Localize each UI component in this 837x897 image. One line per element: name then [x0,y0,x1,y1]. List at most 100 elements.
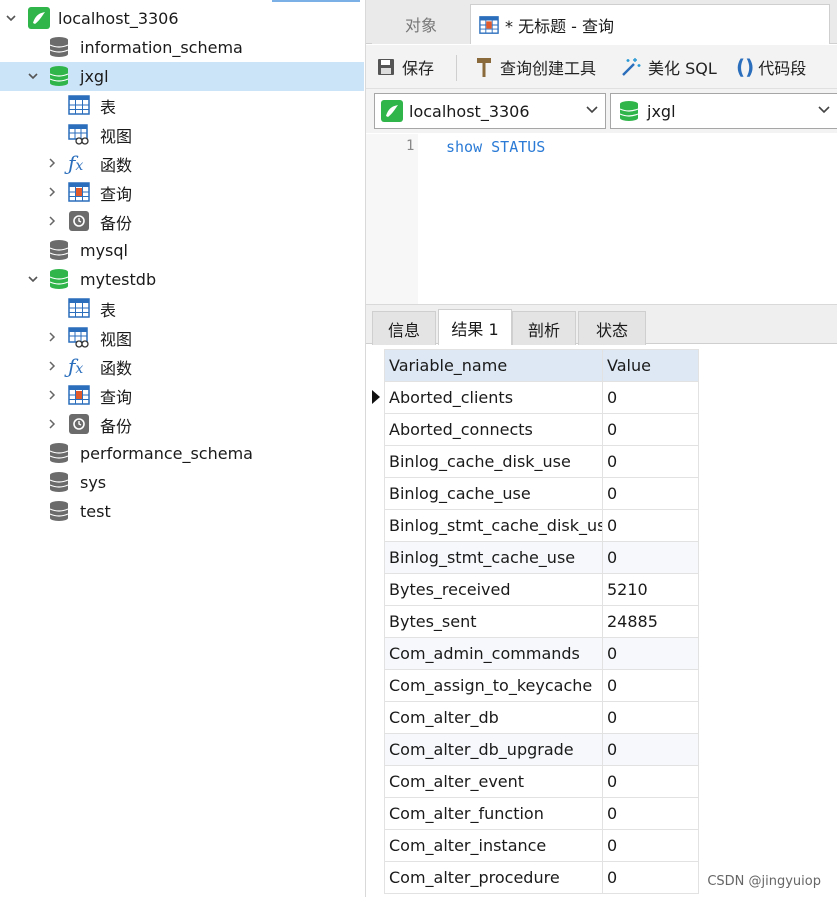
table-row[interactable]: Aborted_connects 0 [384,413,699,446]
variable-cell[interactable]: Binlog_cache_use [384,477,603,510]
nav-item-functions[interactable]: ƒx 函数 [0,352,364,381]
chevron-right-icon[interactable] [45,156,59,170]
value-cell[interactable]: 0 [602,861,699,894]
value-cell[interactable]: 0 [602,541,699,574]
value-cell[interactable]: 0 [602,381,699,414]
chevron-right-icon[interactable] [45,359,59,373]
result-grid: Variable_name Value Aborted_clients 0 Abo… [366,345,837,897]
nav-item-queries[interactable]: 查询 [0,381,364,410]
sql-code[interactable]: show STATUS [446,138,545,156]
table-row[interactable]: Com_alter_instance 0 [384,829,699,862]
chevron-right-icon[interactable] [45,214,59,228]
nav-item-views[interactable]: 视图 [0,120,364,149]
variable-cell[interactable]: Com_admin_commands [384,637,603,670]
chevron-right-icon[interactable] [45,388,59,402]
value-cell[interactable]: 5210 [602,573,699,606]
nav-db-jxgl[interactable]: jxgl [0,62,364,91]
save-button[interactable]: 保存 [376,45,434,89]
chevron-down-icon[interactable] [26,69,40,83]
value-cell[interactable]: 24885 [602,605,699,638]
variable-cell[interactable]: Binlog_cache_disk_use [384,445,603,478]
tab-objects[interactable]: 对象 [372,4,470,44]
table-row[interactable]: Bytes_sent 24885 [384,605,699,638]
value-cell[interactable]: 0 [602,733,699,766]
variable-cell[interactable]: Aborted_clients [384,381,603,414]
connection-select[interactable]: localhost_3306 [374,93,606,129]
value-cell[interactable]: 0 [602,637,699,670]
table-row[interactable]: Com_alter_function 0 [384,797,699,830]
value-cell[interactable]: 0 [602,669,699,702]
chevron-right-icon[interactable] [45,185,59,199]
variable-cell[interactable]: Binlog_stmt_cache_use [384,541,603,574]
table-row[interactable]: Com_alter_event 0 [384,765,699,798]
nav-db-test[interactable]: test [0,497,364,526]
tab-query[interactable]: * 无标题 - 查询 [470,4,830,44]
nav-item-tables[interactable]: 表 [0,294,364,323]
variable-cell[interactable]: Com_alter_function [384,797,603,830]
nav-item-backups[interactable]: 备份 [0,207,364,236]
view-icon [68,326,90,348]
table-row[interactable]: Bytes_received 5210 [384,573,699,606]
table-row[interactable]: Com_alter_db_upgrade 0 [384,733,699,766]
value-cell[interactable]: 0 [602,509,699,542]
chevron-right-icon[interactable] [45,417,59,431]
tab-status[interactable]: 状态 [578,311,646,345]
table-row[interactable]: Binlog_cache_disk_use 0 [384,445,699,478]
table-row[interactable]: Com_admin_commands 0 [384,637,699,670]
table-row[interactable]: Binlog_cache_use 0 [384,477,699,510]
nav-db-information-schema[interactable]: information_schema [0,33,364,62]
query-toolbar: 保存 查询创建工具 美化 SQL () 代码段 [366,45,837,89]
value-cell[interactable]: 0 [602,797,699,830]
value-cell[interactable]: 0 [602,477,699,510]
nav-item-views[interactable]: 视图 [0,323,364,352]
db-label: jxgl [80,67,109,86]
nav-item-backups[interactable]: 备份 [0,410,364,439]
nav-db-performance-schema[interactable]: performance_schema [0,439,364,468]
query-workspace: 对象 * 无标题 - 查询 保存 查询创建工具 美化 SQL () 代码段 lo… [366,0,837,897]
table-row[interactable]: Binlog_stmt_cache_disk_use 0 [384,509,699,542]
variable-cell[interactable]: Com_alter_event [384,765,603,798]
table-row[interactable]: Com_alter_db 0 [384,701,699,734]
value-cell[interactable]: 0 [602,829,699,862]
variable-cell[interactable]: Com_alter_procedure [384,861,603,894]
code-snippet-button[interactable]: () 代码段 [736,45,806,89]
value-cell[interactable]: 0 [602,445,699,478]
chevron-down-icon[interactable] [26,272,40,286]
table-row[interactable]: Binlog_stmt_cache_use 0 [384,541,699,574]
nav-item-tables[interactable]: 表 [0,91,364,120]
variable-cell[interactable]: Com_assign_to_keycache [384,669,603,702]
variable-cell[interactable]: Com_alter_instance [384,829,603,862]
db-label: information_schema [80,38,243,57]
tab-profile[interactable]: 剖析 [512,311,576,345]
value-cell[interactable]: 0 [602,765,699,798]
variable-cell[interactable]: Com_alter_db [384,701,603,734]
nav-db-mysql[interactable]: mysql [0,236,364,265]
tab-info[interactable]: 信息 [372,311,436,345]
table-row[interactable]: Aborted_clients 0 [384,381,699,414]
nav-db-mytestdb[interactable]: mytestdb [0,265,364,294]
backup-icon [68,210,90,232]
table-row[interactable]: Com_assign_to_keycache 0 [384,669,699,702]
nav-connection[interactable]: localhost_3306 [0,4,364,33]
nav-db-sys[interactable]: sys [0,468,364,497]
database-select[interactable]: jxgl [610,93,837,129]
beautify-sql-button[interactable]: 美化 SQL [620,45,717,89]
tab-result-1[interactable]: 结果 1 [438,309,512,346]
table-row[interactable]: Com_alter_procedure 0 [384,861,699,894]
value-cell[interactable]: 0 [602,701,699,734]
nav-item-functions[interactable]: ƒx 函数 [0,149,364,178]
column-header[interactable]: Value [602,349,699,382]
column-header[interactable]: Variable_name [384,349,603,382]
query-builder-button[interactable]: 查询创建工具 [474,45,596,89]
parentheses-icon: () [736,55,755,79]
variable-cell[interactable]: Bytes_sent [384,605,603,638]
chevron-right-icon[interactable] [45,330,59,344]
variable-cell[interactable]: Bytes_received [384,573,603,606]
variable-cell[interactable]: Binlog_stmt_cache_disk_use [384,509,603,542]
nav-item-queries[interactable]: 查询 [0,178,364,207]
variable-cell[interactable]: Aborted_connects [384,413,603,446]
variable-cell[interactable]: Com_alter_db_upgrade [384,733,603,766]
value-cell[interactable]: 0 [602,413,699,446]
sql-editor[interactable]: 1 show STATUS [366,134,837,304]
chevron-down-icon[interactable] [4,11,18,25]
